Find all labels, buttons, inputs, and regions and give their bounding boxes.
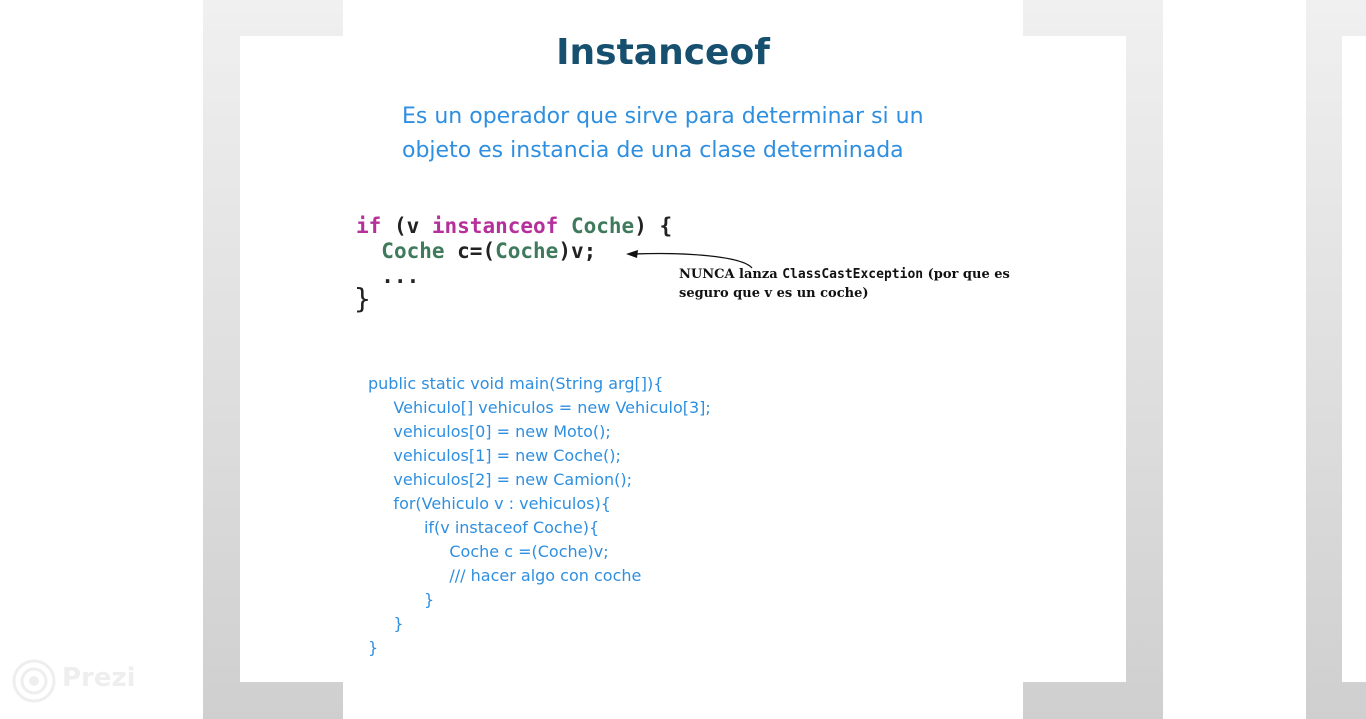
left-frame-inner bbox=[240, 36, 343, 682]
code-line: vehiculos[2] = new Camion(); bbox=[368, 470, 633, 489]
note-exception-name: ClassCastException bbox=[782, 267, 924, 282]
code-token: c=( bbox=[444, 239, 496, 263]
code-line: Vehiculo[] vehiculos = new Vehiculo[3]; bbox=[368, 398, 711, 417]
keyword-if: if bbox=[356, 214, 382, 238]
subtitle-line: objeto es instancia de una clase determi… bbox=[402, 138, 904, 163]
code-line: } bbox=[368, 638, 379, 657]
code-line: vehiculos[1] = new Coche(); bbox=[368, 446, 621, 465]
code-line-1: if (v instanceof Coche) { bbox=[356, 214, 672, 238]
prezi-logo-text: Prezi bbox=[62, 663, 136, 693]
code-line: /// hacer algo con coche bbox=[368, 566, 642, 585]
classcast-note: NUNCA lanza ClassCastException (por que … bbox=[679, 265, 1039, 303]
keyword-instanceof: instanceof bbox=[431, 214, 559, 238]
code-line: Coche c =(Coche)v; bbox=[368, 542, 609, 561]
far-right-frame-inner bbox=[1342, 36, 1366, 682]
code-token: ) { bbox=[634, 214, 673, 238]
code-line: vehiculos[0] = new Moto(); bbox=[368, 422, 611, 441]
note-text: (por que es bbox=[923, 267, 1010, 282]
note-text: seguro que v es un coche) bbox=[679, 286, 869, 301]
code-line-2: Coche c=(Coche)v; bbox=[356, 239, 596, 263]
code-line: for(Vehiculo v : vehiculos){ bbox=[368, 494, 611, 513]
code-line-4: } bbox=[354, 282, 371, 315]
class-coche: Coche bbox=[381, 239, 445, 263]
subtitle-line: Es un operador que sirve para determinar… bbox=[402, 104, 924, 129]
code-token: (v bbox=[381, 214, 432, 238]
code-line: } bbox=[368, 590, 435, 609]
note-text: NUNCA lanza bbox=[679, 267, 783, 282]
code-line: public static void main(String arg[]){ bbox=[368, 374, 664, 393]
class-coche: Coche bbox=[495, 239, 559, 263]
slide-title: Instanceof bbox=[556, 32, 770, 73]
java-code-block: public static void main(String arg[]){ V… bbox=[368, 372, 848, 660]
prezi-logo[interactable]: Prezi bbox=[12, 659, 142, 703]
code-token: )v; bbox=[558, 239, 597, 263]
prezi-circle-icon bbox=[12, 659, 56, 703]
right-frame-inner bbox=[1023, 36, 1126, 682]
class-coche: Coche bbox=[570, 214, 635, 238]
code-snippet-image: if (v instanceof Coche) { Coche c=(Coche… bbox=[352, 210, 1042, 320]
code-line: } bbox=[368, 614, 404, 633]
slide-subtitle: Es un operador que sirve para determinar… bbox=[402, 100, 962, 168]
code-line: if(v instaceof Coche){ bbox=[368, 518, 600, 537]
